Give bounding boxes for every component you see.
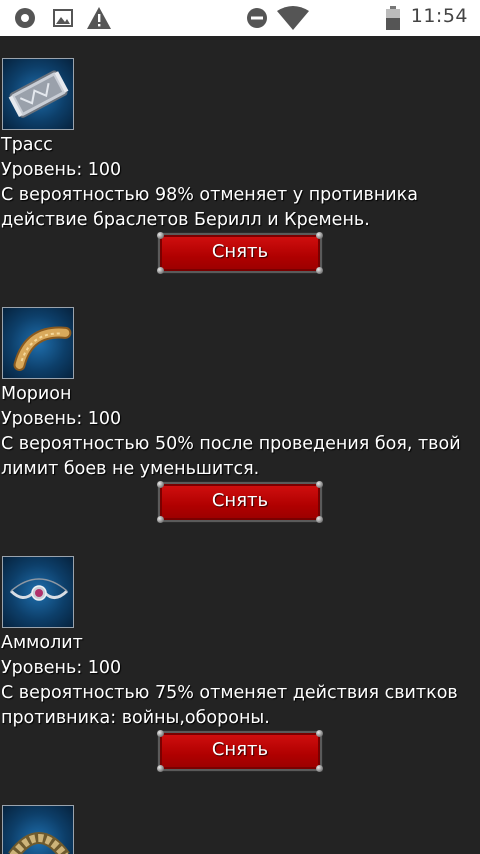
image-icon [52, 6, 74, 30]
item-description: С вероятностью 75% отменяет действия сви… [1, 683, 458, 728]
battery-icon [386, 6, 400, 30]
gold-chain-bracelet-image [2, 805, 74, 854]
notification-circle-icon [14, 6, 36, 30]
clock: 11:54 [410, 5, 468, 27]
remove-button[interactable]: Снять [157, 730, 323, 772]
rivet-icon [316, 730, 323, 737]
remove-button[interactable]: Снять [157, 481, 323, 523]
rivet-icon [316, 765, 323, 772]
item-name: Аммолит [1, 633, 83, 653]
wifi-icon [276, 6, 310, 30]
rivet-icon [157, 765, 164, 772]
item-level: Уровень: 100 [1, 409, 122, 429]
rivet-icon [157, 516, 164, 523]
remove-button-label: Снять [211, 739, 269, 760]
rivet-icon [157, 481, 164, 488]
warning-icon [86, 6, 112, 30]
rivet-icon [157, 232, 164, 239]
status-bar: 11:54 [0, 0, 480, 36]
gold-cuff-bracelet-image [2, 307, 74, 379]
rivet-icon [157, 730, 164, 737]
do-not-disturb-icon [246, 6, 268, 30]
item-level: Уровень: 100 [1, 160, 122, 180]
item-name: Трасс [1, 135, 53, 155]
item-level: Уровень: 100 [1, 658, 122, 678]
silver-engraved-bracelet-image [2, 58, 74, 130]
remove-button-label: Снять [211, 241, 269, 262]
item-description: С вероятностью 50% после проведения боя,… [1, 434, 461, 479]
remove-button-label: Снять [211, 490, 269, 511]
silver-gem-bracelet-image [2, 556, 74, 628]
item-list[interactable]: Трасс Уровень: 100 С вероятностью 98% от… [0, 36, 480, 854]
rivet-icon [316, 267, 323, 274]
item-description: С вероятностью 98% отменяет у противника… [1, 185, 418, 230]
rivet-icon [316, 516, 323, 523]
item-name: Морион [1, 384, 72, 404]
remove-button[interactable]: Снять [157, 232, 323, 274]
rivet-icon [316, 232, 323, 239]
rivet-icon [316, 481, 323, 488]
rivet-icon [157, 267, 164, 274]
